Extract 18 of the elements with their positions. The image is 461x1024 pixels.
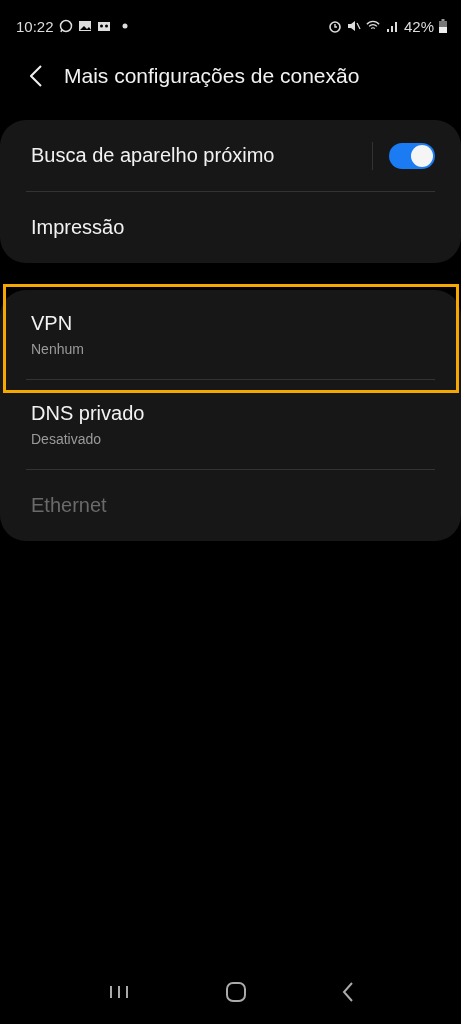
back-button[interactable] (30, 64, 44, 88)
home-button[interactable] (224, 981, 247, 1003)
signal-icon (384, 19, 399, 33)
settings-item[interactable]: DNS privado Desativado (26, 380, 435, 470)
settings-item[interactable]: VPN Nenhum (26, 290, 435, 380)
battery-percent: 42% (403, 17, 434, 35)
status-time: 10:22 (16, 17, 54, 35)
mute-icon (346, 19, 361, 33)
toggle-switch[interactable] (389, 142, 435, 169)
image-icon (77, 19, 92, 33)
settings-item[interactable]: Impressão (26, 192, 435, 263)
settings-item[interactable]: Busca de aparelho próximo (26, 120, 435, 192)
back-nav-button[interactable] (341, 981, 354, 1003)
page-title: Mais configurações de conexão (64, 64, 360, 88)
alarm-icon (327, 19, 342, 33)
recent-apps-button[interactable] (107, 985, 130, 999)
dot-icon (121, 23, 128, 29)
battery-icon (439, 19, 447, 33)
